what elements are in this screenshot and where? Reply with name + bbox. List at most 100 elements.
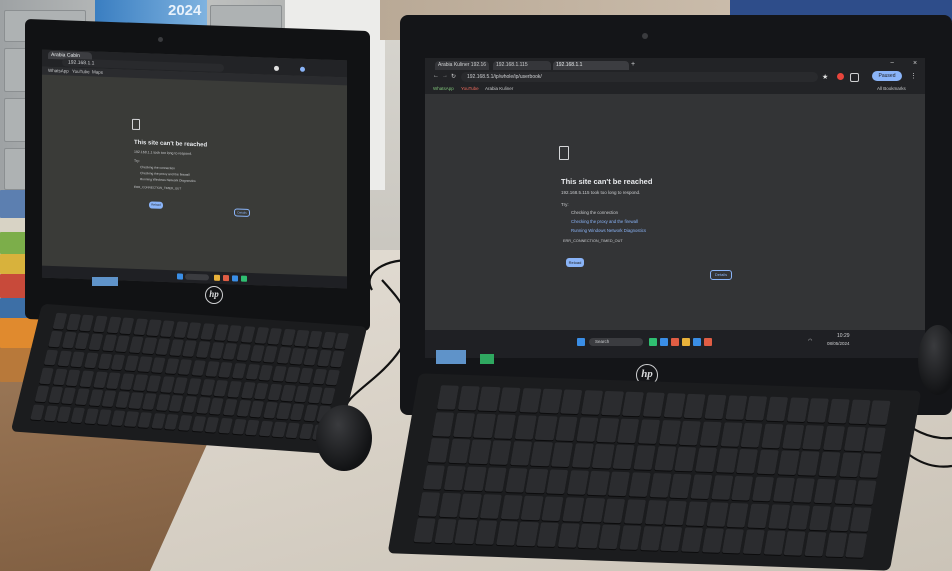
- keyboard-key: [70, 351, 86, 368]
- keyboard-key: [137, 411, 153, 429]
- keyboard-key: [218, 361, 234, 379]
- keyboard-key: [124, 410, 139, 428]
- browser-tab[interactable]: Arabia Kuliner 192.16: [435, 61, 489, 70]
- bookmark-item[interactable]: WhatsApp: [48, 68, 69, 74]
- keyboard-key: [505, 467, 528, 493]
- keyboard-key: [88, 333, 104, 351]
- bookmark-item[interactable]: WhatsApp: [433, 86, 454, 91]
- app-icon[interactable]: [704, 338, 712, 346]
- keyboard-key: [182, 340, 198, 358]
- app-icon[interactable]: [241, 275, 247, 282]
- menu-icon[interactable]: ⋮: [910, 72, 917, 80]
- keyboard-key: [516, 521, 539, 547]
- minimize-icon[interactable]: −: [890, 60, 894, 67]
- keyboard-key: [617, 418, 640, 444]
- suggestion-item: Checking the connection: [571, 210, 619, 215]
- keyboard-key: [756, 449, 779, 475]
- bookmark-item[interactable]: YouTube: [461, 86, 479, 91]
- keyboard-key: [61, 387, 77, 405]
- keyboard-key: [213, 324, 229, 341]
- keyboard-key: [694, 447, 718, 473]
- app-icon[interactable]: [649, 338, 657, 346]
- file-explorer-icon[interactable]: [214, 274, 220, 281]
- clock-date[interactable]: 08/05/2024: [827, 341, 850, 346]
- keyboard-key: [772, 477, 795, 503]
- address-bar[interactable]: 192.168.5.1/ip/whole/ip/userbook/: [461, 72, 818, 82]
- keyboard-key: [680, 527, 704, 553]
- profile-icon[interactable]: [300, 66, 305, 72]
- chrome-icon[interactable]: [223, 274, 229, 282]
- keyboard-key: [115, 335, 131, 353]
- search-box[interactable]: Search: [589, 338, 643, 346]
- windows-taskbar: Search ◠ 10:29 08/05/2024: [425, 330, 925, 358]
- reload-button[interactable]: Reload: [149, 201, 163, 209]
- file-explorer-icon[interactable]: [682, 338, 690, 346]
- browser-tab[interactable]: 192.168.1.115: [493, 61, 551, 70]
- app-icon[interactable]: [660, 338, 668, 346]
- new-tab-icon[interactable]: +: [631, 61, 635, 68]
- browser-tab[interactable]: 192.168.1.1: [553, 61, 629, 70]
- keyboard-key: [56, 350, 72, 367]
- keyboard-key: [683, 393, 706, 419]
- photo-scene: 2024 Arabia Cabin 192.168.1.1 WhatsApp Y…: [0, 0, 952, 571]
- reload-button[interactable]: Reload: [566, 258, 584, 267]
- bookmark-item[interactable]: YouTube: [72, 69, 90, 75]
- keyboard-key: [818, 452, 841, 477]
- keyboard-key: [763, 530, 786, 556]
- back-icon[interactable]: ←: [433, 73, 439, 79]
- forward-icon[interactable]: →: [442, 73, 448, 79]
- profile-paused-button[interactable]: Paused: [872, 71, 902, 81]
- suggestion-link[interactable]: Checking the proxy and the firewall: [571, 219, 638, 224]
- keyboard-key: [736, 449, 759, 475]
- star-icon[interactable]: ★: [822, 73, 828, 81]
- keyboard-key: [601, 390, 624, 416]
- wifi-icon[interactable]: ◠: [808, 338, 812, 344]
- search-box[interactable]: [185, 273, 209, 281]
- keyboard-key: [793, 478, 816, 503]
- star-icon[interactable]: [274, 65, 279, 71]
- document-error-icon: [559, 146, 569, 160]
- chrome-icon[interactable]: [671, 338, 679, 346]
- keyboard-key: [245, 419, 260, 436]
- close-icon[interactable]: ×: [913, 60, 917, 67]
- keyboard-key: [236, 400, 251, 417]
- keyboard-key: [834, 479, 857, 505]
- keyboard-key: [669, 473, 692, 499]
- keyboard-key: [249, 401, 265, 418]
- bookmark-item[interactable]: Arabia Kuliner: [485, 86, 513, 91]
- keyboard-key: [106, 372, 122, 389]
- keyboard-key: [186, 322, 202, 339]
- keyboard-key: [236, 344, 252, 361]
- keyboard-key: [177, 358, 193, 376]
- extensions-icon[interactable]: [850, 73, 859, 82]
- start-icon[interactable]: [577, 338, 585, 346]
- keyboard-key: [864, 426, 887, 452]
- keyboard-key: [83, 352, 99, 369]
- keyboard-key: [550, 442, 574, 468]
- keyboard-key: [459, 493, 482, 518]
- keyboard-key: [598, 524, 621, 550]
- keyboard-key: [61, 331, 77, 349]
- keyboard-key: [65, 313, 81, 331]
- keyboard-key: [200, 379, 216, 396]
- app-icon[interactable]: [693, 338, 701, 346]
- reload-icon[interactable]: ↻: [451, 73, 456, 80]
- clock-time[interactable]: 10:29: [837, 333, 850, 339]
- keyboard-key: [685, 501, 708, 526]
- keyboard-key: [674, 447, 697, 472]
- keyboard-key: [79, 370, 95, 388]
- extension-icon[interactable]: [837, 73, 844, 80]
- suggestion-item[interactable]: Running Windows Network Diagnostics: [140, 177, 196, 183]
- keyboard-key: [621, 391, 645, 417]
- start-icon[interactable]: [177, 273, 183, 280]
- all-bookmarks-link[interactable]: All Bookmarks: [877, 86, 906, 91]
- bookmark-item[interactable]: Maps: [92, 69, 103, 74]
- suggestion-item[interactable]: Checking the proxy and the firewall: [140, 171, 190, 177]
- keyboard-key: [477, 386, 501, 412]
- keyboard-key: [715, 448, 738, 474]
- app-icon[interactable]: [232, 275, 238, 282]
- details-button[interactable]: Details: [234, 208, 250, 217]
- keyboard-key: [658, 419, 681, 445]
- details-button[interactable]: Details: [710, 270, 732, 280]
- suggestion-link[interactable]: Running Windows Network Diagnostics: [571, 228, 646, 233]
